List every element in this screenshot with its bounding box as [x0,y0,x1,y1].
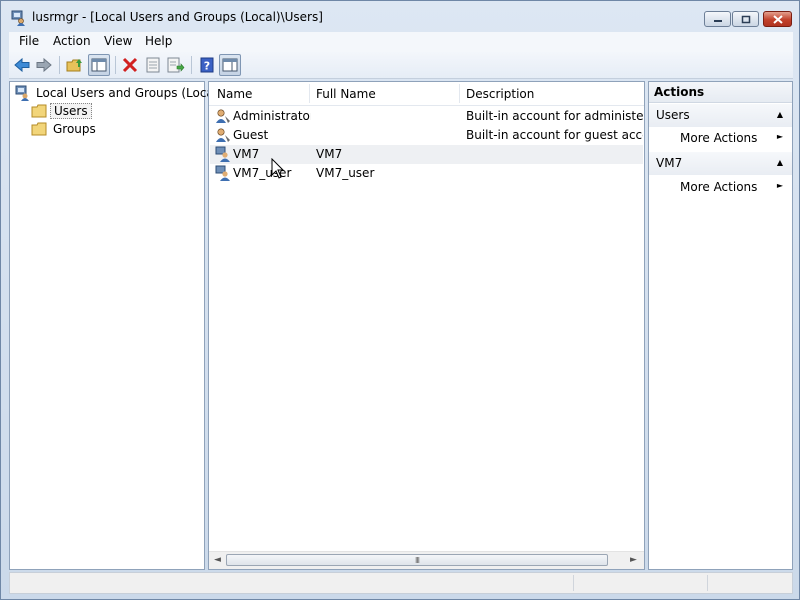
folder-icon [31,122,47,136]
menu-help[interactable]: Help [145,34,172,48]
more-actions-label: More Actions [680,180,758,194]
section-label: Users [656,108,690,122]
show-hide-tree-button[interactable] [88,54,110,76]
user-name: VM7 [233,147,260,161]
toolbar-separator [191,56,192,74]
minimize-button[interactable] [704,11,731,27]
minimize-icon [713,20,722,22]
export-list-icon [167,57,185,73]
menu-action[interactable]: Action [53,34,91,48]
collapse-caret-icon: ▲ [776,110,783,119]
horizontal-scrollbar[interactable]: ◄ III ► [209,551,644,569]
up-button[interactable] [64,54,86,76]
title-bar[interactable]: lusrmgr - [Local Users and Groups (Local… [1,1,799,33]
user-icon [216,128,230,142]
forward-button[interactable] [33,54,55,76]
submenu-arrow-icon: ► [776,181,783,190]
menu-bar: File Action View Help [9,32,793,52]
users-list: Name Full Name Description Administrator… [208,81,645,570]
actions-pane: Actions Users ▲ More Actions ► VM7 ▲ Mor… [648,81,793,570]
actions-section-vm7[interactable]: VM7 ▲ [649,152,792,175]
maximize-icon [741,15,750,23]
column-name[interactable]: Name [217,87,252,101]
scrollbar-thumb[interactable]: III [226,554,608,566]
help-button[interactable]: ? [196,54,218,76]
toolbar: ? [9,52,793,79]
show-hide-action-pane-button[interactable] [219,54,241,76]
computer-users-icon [15,85,29,101]
forward-icon [36,57,52,73]
user-full-name: VM7 [316,147,343,161]
column-divider[interactable] [309,84,310,103]
maximize-button[interactable] [732,11,759,27]
status-bar [9,572,793,594]
back-icon [14,57,30,73]
console-tree: Local Users and Groups (Local) Users Gro… [9,81,222,570]
properties-button[interactable] [142,54,164,76]
scroll-grip: III [414,555,420,565]
table-row[interactable]: VM7_user VM7_user [210,164,643,183]
user-icon [215,146,230,162]
user-icon [215,165,230,181]
scroll-left-icon[interactable]: ◄ [214,555,221,565]
folder-icon [31,104,47,118]
section-label: VM7 [656,156,683,170]
close-button[interactable] [763,11,792,27]
table-row[interactable]: Administrator Built-in account for admin… [210,107,643,126]
help-icon: ? [200,57,214,73]
scroll-right-icon[interactable]: ► [630,555,637,565]
back-button[interactable] [11,54,33,76]
close-icon [772,14,783,24]
actions-header: Actions [649,82,792,103]
delete-icon [122,57,138,73]
svg-text:?: ? [204,60,210,73]
menu-view[interactable]: View [104,34,132,48]
window-title: lusrmgr - [Local Users and Groups (Local… [32,10,323,24]
tree-root[interactable]: Local Users and Groups (Local) [14,84,225,102]
list-header: Name Full Name Description [209,82,644,106]
column-description[interactable]: Description [466,87,534,101]
more-actions-users[interactable]: More Actions ► [649,127,792,149]
column-divider[interactable] [459,84,460,103]
app-window: lusrmgr - [Local Users and Groups (Local… [0,0,800,600]
tree-item-users[interactable]: Users [31,102,92,120]
export-list-button[interactable] [165,54,187,76]
tree-item-groups-label: Groups [53,122,96,136]
toolbar-separator [115,56,116,74]
user-name: Administrator [233,109,311,123]
toolbar-separator [59,56,60,74]
table-row[interactable]: VM7 VM7 [210,145,643,164]
submenu-arrow-icon: ► [776,132,783,141]
status-cell [707,575,792,591]
delete-button[interactable] [119,54,141,76]
user-description: Built-in account for administering [466,109,643,123]
column-full-name[interactable]: Full Name [316,87,376,101]
actions-section-users[interactable]: Users ▲ [649,104,792,127]
user-description: Built-in account for guest access t [466,128,643,142]
status-cell [573,575,707,591]
show-hide-tree-icon [91,58,107,72]
users-app-icon [11,10,25,26]
user-icon [216,109,230,123]
table-row[interactable]: Guest Built-in account for guest access … [210,126,643,145]
user-name: VM7_user [233,166,292,180]
tree-item-groups[interactable]: Groups [31,120,99,138]
more-actions-vm7[interactable]: More Actions ► [649,176,792,198]
user-full-name: VM7_user [316,166,375,180]
menu-file[interactable]: File [19,34,39,48]
user-name: Guest [233,128,269,142]
collapse-caret-icon: ▲ [776,158,783,167]
tree-root-label: Local Users and Groups (Local) [36,86,222,100]
up-folder-icon [66,59,82,72]
tree-item-users-label: Users [50,103,92,119]
actions-title: Actions [654,85,705,99]
show-hide-action-pane-icon [222,58,238,72]
properties-icon [146,57,160,73]
more-actions-label: More Actions [680,131,758,145]
